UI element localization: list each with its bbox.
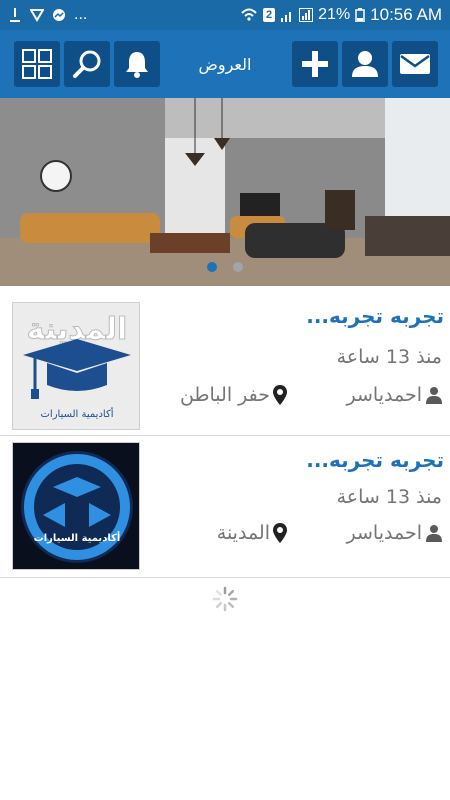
academy-logo-image: المدينة أكاديمية السيارات — [13, 303, 139, 429]
download-icon — [10, 8, 20, 22]
battery-icon — [355, 8, 365, 22]
search-button[interactable] — [64, 41, 110, 87]
wifi-icon — [241, 8, 257, 21]
academy-logo-image: أكاديمية السيارات — [13, 443, 139, 569]
signal-icon — [281, 12, 292, 22]
more-notifications: ... — [74, 6, 88, 23]
app-notification-icon — [30, 9, 44, 22]
listing-user: احمدياسر — [347, 384, 442, 406]
messenger-icon — [53, 9, 65, 21]
slider-dots — [0, 262, 450, 272]
clock: 10:56 AM — [370, 5, 442, 24]
listing-user-name: احمدياسر — [346, 384, 422, 406]
listing-location-name: حفر الباطن — [179, 384, 270, 406]
add-button[interactable] — [292, 41, 338, 87]
notification-count-badge: 2 — [263, 8, 276, 22]
location-pin-icon — [273, 385, 287, 405]
logo-academy-text: أكاديمية السيارات — [41, 407, 114, 420]
location-pin-icon — [273, 523, 287, 543]
listing-thumbnail: المدينة أكاديمية السيارات — [12, 302, 140, 430]
grid-icon — [22, 49, 52, 79]
listing-location: المدينة — [217, 522, 288, 544]
user-icon — [426, 387, 442, 404]
bell-icon — [126, 52, 148, 78]
messages-button[interactable] — [392, 41, 438, 87]
list-item[interactable]: أكاديمية السيارات تجربه تجربه... منذ 13 … — [0, 436, 450, 578]
mail-icon — [400, 54, 430, 74]
list-item[interactable]: المدينة أكاديمية السيارات تجربه تجربه...… — [0, 288, 450, 436]
listing-title[interactable]: تجربه تجربه... — [154, 304, 444, 328]
listing-user: احمدياسر — [347, 522, 442, 544]
status-bar: ... 2 21% 10:56 AM — [0, 0, 450, 30]
listing-time: منذ 13 ساعة — [336, 486, 442, 508]
grid-menu-button[interactable] — [14, 41, 60, 87]
slider-dot[interactable] — [233, 262, 243, 272]
profile-button[interactable] — [342, 41, 388, 87]
banner-slider[interactable] — [0, 98, 450, 286]
listing-thumbnail: أكاديمية السيارات — [12, 442, 140, 570]
slider-dot-active[interactable] — [207, 262, 217, 272]
loading-spinner-icon — [212, 586, 238, 612]
user-icon — [352, 51, 378, 77]
search-icon — [73, 50, 101, 78]
app-bar: العروض — [0, 30, 450, 98]
notifications-button[interactable] — [114, 41, 160, 87]
listing-location: حفر الباطن — [180, 384, 288, 406]
page-title: العروض — [198, 54, 252, 74]
signal-full-icon — [299, 8, 314, 22]
user-icon — [426, 525, 442, 542]
living-room-photo — [0, 98, 450, 286]
listing-title[interactable]: تجربه تجربه... — [154, 448, 444, 472]
listing-user-name: احمدياسر — [346, 522, 422, 544]
listing-location-name: المدينة — [216, 522, 270, 544]
plus-icon — [302, 51, 328, 77]
battery-percent: 21% — [318, 6, 351, 23]
logo-academy-text: أكاديمية السيارات — [34, 531, 121, 544]
listing-time: منذ 13 ساعة — [336, 346, 442, 368]
